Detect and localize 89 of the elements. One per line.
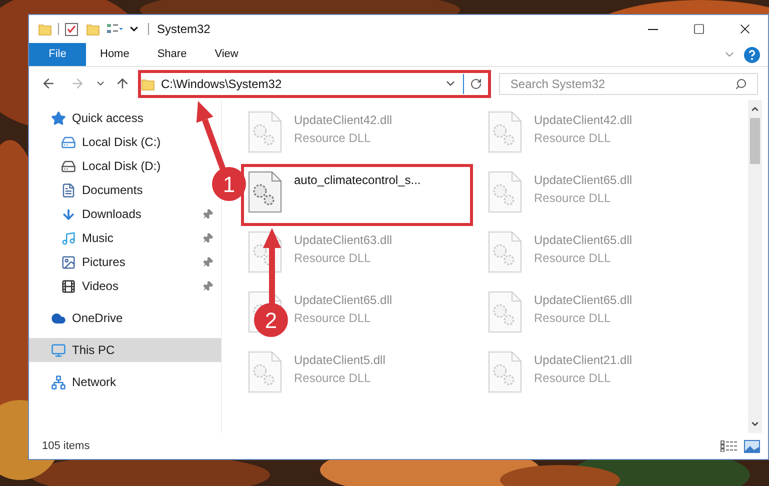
nav-label: Local Disk (C:) bbox=[82, 134, 161, 151]
file-name: UpdateClient5.dll bbox=[294, 352, 386, 369]
image-icon bbox=[61, 254, 76, 270]
ribbon-tab[interactable]: View bbox=[200, 43, 252, 66]
file-name: UpdateClient42.dll bbox=[294, 112, 392, 129]
folder-icon bbox=[38, 22, 52, 36]
nav-item[interactable]: Music bbox=[29, 226, 221, 250]
gear-file-icon bbox=[488, 291, 522, 333]
file-type: Resource DLL bbox=[294, 370, 372, 387]
file-name: UpdateClient42.dll bbox=[534, 112, 632, 129]
nav-item[interactable]: OneDrive bbox=[29, 306, 131, 330]
nav-item[interactable]: Downloads bbox=[29, 202, 221, 226]
file-name: UpdateClient65.dll bbox=[534, 292, 632, 309]
help-icon[interactable] bbox=[744, 46, 760, 62]
file-type: Resource DLL bbox=[534, 190, 612, 207]
gear-file-icon bbox=[488, 111, 522, 153]
file-type: Resource DLL bbox=[294, 310, 372, 327]
refresh-icon[interactable] bbox=[470, 78, 482, 90]
details-view-icon[interactable] bbox=[720, 440, 738, 452]
nav-label: Documents bbox=[82, 182, 143, 199]
nav-item[interactable]: Network bbox=[29, 370, 124, 394]
file-name: UpdateClient65.dll bbox=[294, 292, 392, 309]
address-path: C:\Windows\System32 bbox=[160, 76, 283, 92]
file-type: Resource DLL bbox=[534, 130, 612, 147]
gear-file-icon bbox=[488, 171, 522, 213]
file-name: UpdateClient63.dll bbox=[294, 232, 392, 249]
file-name: UpdateClient65.dll bbox=[534, 232, 632, 249]
view-list-icon[interactable] bbox=[106, 22, 124, 36]
nav-item[interactable]: Videos bbox=[29, 274, 221, 298]
address-field[interactable]: C:\Windows\System32 bbox=[138, 70, 492, 98]
music-note-icon bbox=[61, 230, 76, 246]
cloud-icon bbox=[51, 310, 66, 326]
file-tile[interactable]: auto_climatecontrol_s... bbox=[244, 167, 470, 223]
nav-label: OneDrive bbox=[72, 310, 123, 327]
nav-item[interactable]: Pictures bbox=[29, 250, 221, 274]
window-title: System32 bbox=[157, 21, 212, 38]
gear-file-icon bbox=[248, 171, 282, 213]
hard-drive-icon bbox=[61, 158, 76, 174]
folder-icon bbox=[140, 76, 155, 90]
star-icon bbox=[51, 110, 66, 126]
nav-label: Local Disk (D:) bbox=[82, 158, 161, 175]
ribbon-tab[interactable]: Home bbox=[86, 43, 144, 66]
gear-file-icon bbox=[248, 111, 282, 153]
nav-label: Pictures bbox=[82, 254, 126, 271]
nav-label: Music bbox=[82, 230, 114, 247]
document-icon bbox=[61, 182, 76, 198]
nav-label: This PC bbox=[72, 342, 116, 359]
search-field[interactable]: Search System32 bbox=[499, 72, 758, 94]
film-icon bbox=[61, 278, 76, 294]
hard-drive-icon bbox=[61, 134, 76, 150]
scroll-up-icon[interactable] bbox=[750, 104, 760, 114]
download-icon bbox=[61, 206, 76, 222]
large-icons-view-icon[interactable] bbox=[744, 440, 760, 452]
nav-label: Downloads bbox=[82, 206, 142, 223]
file-type: Resource DLL bbox=[294, 130, 372, 147]
file-tab[interactable]: File bbox=[29, 43, 86, 66]
nav-item[interactable]: Documents bbox=[29, 178, 151, 202]
scrollbar[interactable] bbox=[748, 100, 762, 433]
file-name: UpdateClient21.dll bbox=[534, 352, 632, 369]
search-input[interactable]: Search System32 bbox=[510, 74, 736, 92]
ribbon-tab[interactable]: Share bbox=[143, 43, 201, 66]
file-type: Resource DLL bbox=[534, 250, 612, 267]
scroll-down-icon[interactable] bbox=[750, 419, 760, 429]
nav-item[interactable]: Local Disk (C:) bbox=[29, 130, 169, 154]
nav-label: Quick access bbox=[72, 110, 144, 127]
monitor-icon bbox=[51, 342, 66, 358]
new-folder-icon bbox=[86, 22, 100, 36]
up-icon[interactable] bbox=[114, 76, 130, 91]
nav-label: Network bbox=[72, 374, 116, 391]
properties-icon[interactable] bbox=[65, 22, 78, 36]
file-name: auto_climatecontrol_s... bbox=[294, 172, 421, 189]
file-type: Resource DLL bbox=[294, 250, 372, 267]
gear-file-icon bbox=[488, 351, 522, 393]
gear-file-icon bbox=[248, 351, 282, 393]
file-type: Resource DLL bbox=[534, 370, 612, 387]
item-count: 105 items bbox=[42, 438, 91, 454]
gear-file-icon bbox=[488, 231, 522, 273]
minimize-icon bbox=[648, 28, 658, 30]
back-icon[interactable] bbox=[41, 76, 56, 91]
network-icon bbox=[51, 374, 66, 390]
file-type: Resource DLL bbox=[534, 310, 612, 327]
nav-item[interactable]: This PC bbox=[29, 338, 221, 362]
file-name: UpdateClient65.dll bbox=[534, 172, 632, 189]
maximize-icon bbox=[693, 23, 705, 35]
nav-item[interactable]: Quick access bbox=[29, 106, 152, 130]
nav-item[interactable]: Local Disk (D:) bbox=[29, 154, 169, 178]
search-icon[interactable] bbox=[735, 78, 748, 90]
nav-label: Videos bbox=[82, 278, 120, 295]
scrollbar-thumb[interactable] bbox=[750, 118, 760, 164]
